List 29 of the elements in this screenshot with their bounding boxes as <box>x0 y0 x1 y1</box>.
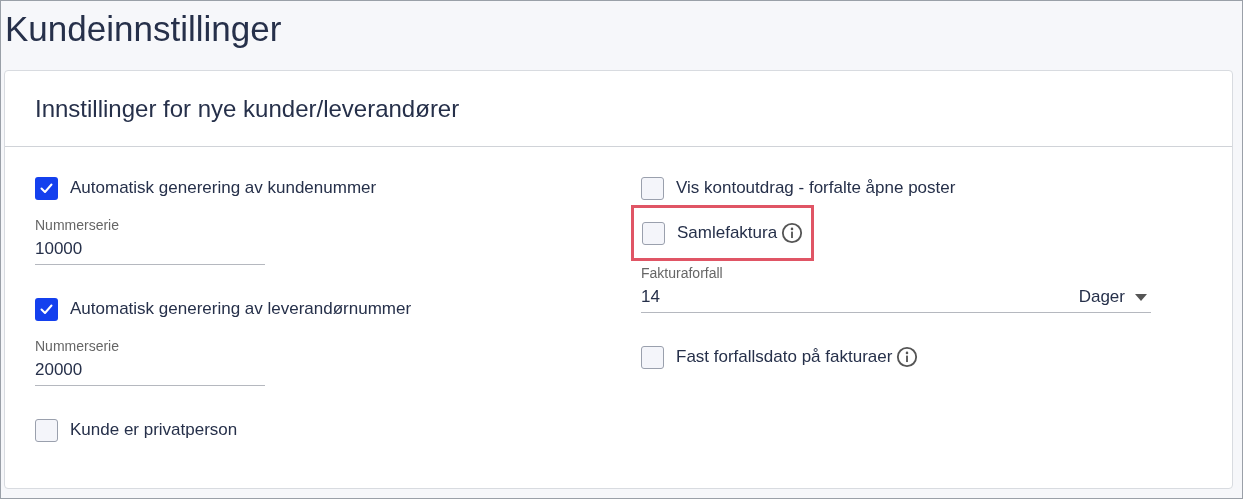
checkbox[interactable] <box>641 176 664 200</box>
field-value: 14 <box>641 286 660 309</box>
field-value: 20000 <box>35 359 83 382</box>
input-field[interactable]: 14 Dager <box>641 282 1151 313</box>
checkbox-label: Automatisk generering av leverandørnummer <box>70 298 412 321</box>
checkbox[interactable] <box>642 221 665 245</box>
field-label: Nummerserie <box>35 216 120 234</box>
checkbox-label: Samlefaktura <box>677 222 778 245</box>
check-icon <box>40 303 53 315</box>
checkbox[interactable] <box>35 297 58 321</box>
card-title: Innstillinger for nye kunder/leverandører <box>35 93 460 124</box>
checkbox-label: Fast forfallsdato på fakturaer <box>676 346 893 369</box>
field-value: 10000 <box>35 238 83 261</box>
checkbox[interactable] <box>35 418 58 442</box>
page-title: Kundeinnstillinger <box>5 8 283 50</box>
unit-dropdown[interactable]: Dager <box>1078 284 1147 310</box>
checkbox[interactable] <box>35 176 58 200</box>
field-label: Fakturaforfall <box>641 264 724 282</box>
check-icon <box>40 182 53 194</box>
info-icon[interactable] <box>896 346 919 368</box>
checkbox-label: Automatisk generering av kundenummer <box>70 177 377 200</box>
field-label: Nummerserie <box>35 337 120 355</box>
caret-icon <box>1135 293 1147 301</box>
info-icon[interactable] <box>781 222 804 244</box>
checkbox-label: Kunde er privatperson <box>70 419 238 442</box>
input-field[interactable]: 10000 <box>35 234 265 265</box>
checkbox-label: Vis kontoutdrag - forfalte åpne poster <box>676 177 956 200</box>
checkbox[interactable] <box>641 345 664 369</box>
input-field[interactable]: 20000 <box>35 355 265 386</box>
